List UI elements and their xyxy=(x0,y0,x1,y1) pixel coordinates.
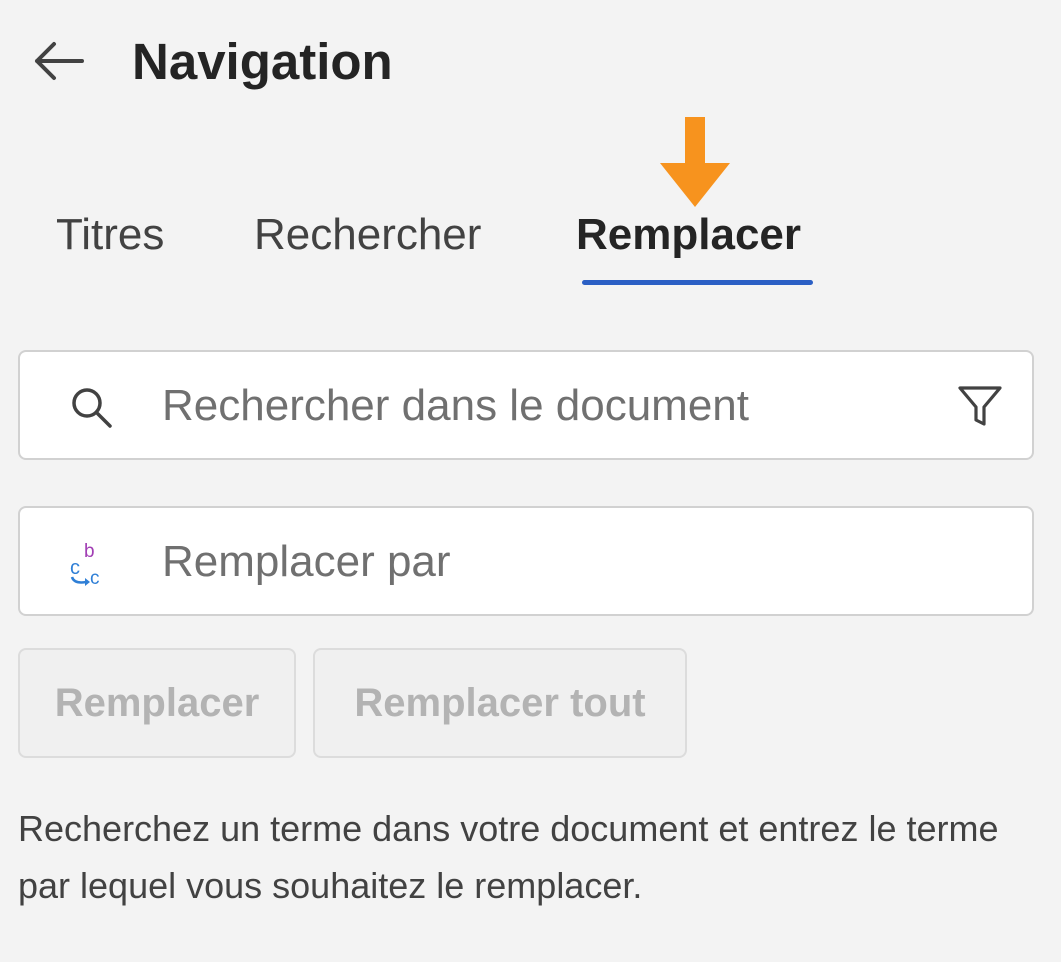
search-input[interactable] xyxy=(162,370,922,442)
svg-text:b: b xyxy=(84,541,95,562)
navigation-pane: Navigation Titres Rechercher Remplacer b… xyxy=(0,0,1061,962)
svg-text:c: c xyxy=(90,568,100,586)
tab-remplacer[interactable]: Remplacer xyxy=(576,210,801,260)
replace-box: b c c xyxy=(18,506,1034,616)
active-tab-indicator xyxy=(582,280,813,285)
replace-icon: b c c xyxy=(70,541,100,586)
pane-header: Navigation xyxy=(28,26,393,96)
pane-title: Navigation xyxy=(132,32,393,90)
replace-button[interactable]: Remplacer xyxy=(18,648,296,758)
arrow-left-icon xyxy=(35,42,84,80)
search-box xyxy=(18,350,1034,460)
tab-bar: Titres Rechercher Remplacer xyxy=(0,200,1061,300)
arrow-down-icon xyxy=(660,117,730,207)
tab-rechercher[interactable]: Rechercher xyxy=(254,210,481,260)
replace-input[interactable] xyxy=(162,526,922,598)
filter-icon[interactable] xyxy=(954,380,1006,432)
replace-all-button[interactable]: Remplacer tout xyxy=(313,648,687,758)
search-icon xyxy=(72,388,112,428)
svg-text:c: c xyxy=(70,557,80,579)
back-button[interactable] xyxy=(28,26,88,96)
help-text: Recherchez un terme dans votre document … xyxy=(18,808,999,906)
tab-titres[interactable]: Titres xyxy=(56,210,164,260)
